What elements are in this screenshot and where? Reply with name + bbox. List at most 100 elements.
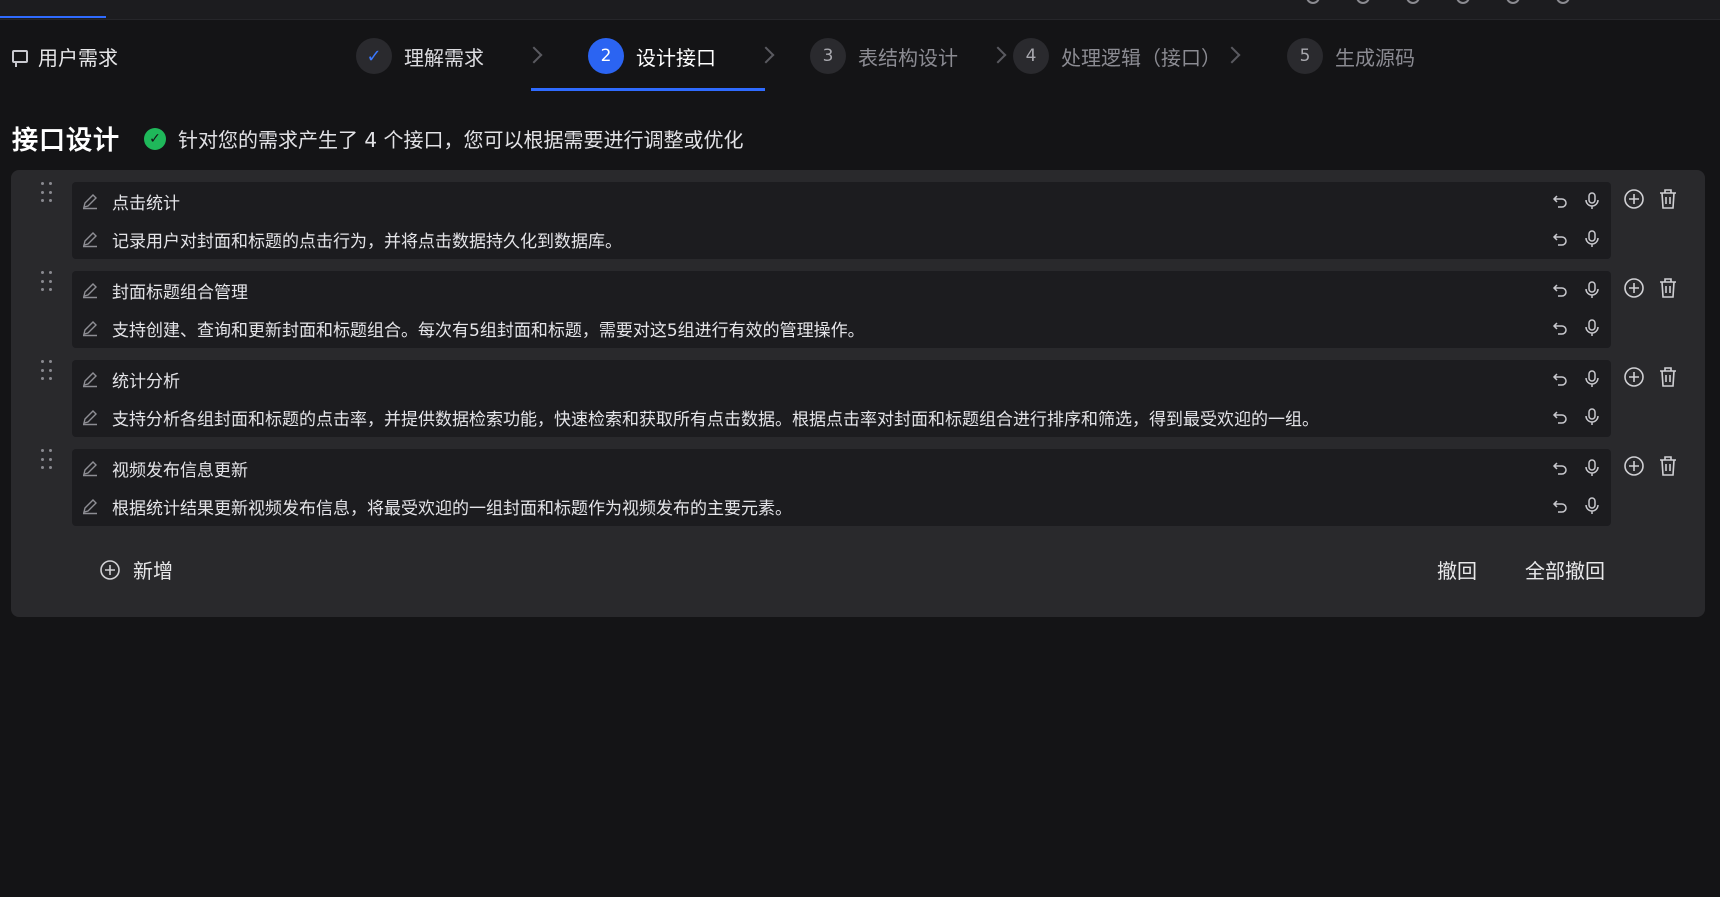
pencil-icon[interactable] — [80, 318, 100, 338]
step-label: 生成源码 — [1335, 45, 1415, 70]
undo-icon[interactable] — [1551, 370, 1569, 388]
step-number: 4 — [1013, 38, 1049, 74]
plus-circle-icon[interactable] — [1623, 366, 1645, 388]
microphone-icon[interactable] — [1583, 281, 1601, 299]
undo-icon[interactable] — [1551, 408, 1569, 426]
api-item: 视频发布信息更新 根据统计结果更新视频发布信息，将最受欢迎的一组封面和标题作为视… — [11, 437, 1705, 526]
microphone-icon[interactable] — [1583, 370, 1601, 388]
user-requirement-tab[interactable]: 用户需求 — [12, 42, 118, 71]
api-item: 点击统计 记录用户对封面和标题的点击行为，并将点击数据持久化到数据库。 — [11, 170, 1705, 259]
pencil-icon[interactable] — [80, 496, 100, 516]
api-description[interactable]: 支持分析各组封面和标题的点击率，并提供数据检索功能，快速检索和获取所有点击数据。… — [112, 405, 1319, 430]
pencil-icon[interactable] — [80, 280, 100, 300]
chevron-right-icon — [989, 46, 1007, 64]
add-api-button[interactable]: 新增 — [99, 555, 173, 584]
microphone-icon[interactable] — [1583, 459, 1601, 477]
api-description-row: 记录用户对封面和标题的点击行为，并将点击数据持久化到数据库。 — [72, 220, 1611, 258]
step-label: 表结构设计 — [858, 45, 958, 70]
api-item: 统计分析 支持分析各组封面和标题的点击率，并提供数据检索功能，快速检索和获取所有… — [11, 348, 1705, 437]
undo-icon[interactable] — [1551, 459, 1569, 477]
microphone-icon[interactable] — [1583, 192, 1601, 210]
tray-icon[interactable] — [1306, 0, 1320, 4]
plus-circle-icon[interactable] — [1623, 455, 1645, 477]
page-title: 接口设计 — [12, 126, 121, 156]
pencil-icon[interactable] — [80, 458, 100, 478]
api-name[interactable]: 视频发布信息更新 — [112, 456, 248, 481]
undo-icon[interactable] — [1551, 319, 1569, 337]
plus-circle-icon — [100, 559, 120, 580]
step-table-design[interactable]: 3 表结构设计 — [810, 36, 958, 76]
step-label: 处理逻辑（接口） — [1061, 45, 1221, 70]
trash-icon[interactable] — [1657, 277, 1679, 299]
api-name-row: 封面标题组合管理 — [72, 271, 1611, 309]
pencil-icon[interactable] — [80, 407, 100, 427]
tray-icon[interactable] — [1506, 0, 1520, 4]
api-description[interactable]: 支持创建、查询和更新封面和标题组合。每次有5组封面和标题，需要对这5组进行有效的… — [112, 316, 865, 341]
tray-icon[interactable] — [1456, 0, 1470, 4]
api-card: 点击统计 记录用户对封面和标题的点击行为，并将点击数据持久化到数据库。 — [72, 182, 1611, 259]
check-circle-icon: ✓ — [144, 127, 167, 150]
step-design-api[interactable]: 2 设计接口 — [588, 36, 716, 76]
section-heading: 接口设计 ✓ 针对您的需求产生了 4 个接口，您可以根据需要进行调整或优化 — [12, 120, 743, 157]
api-description-row: 根据统计结果更新视频发布信息，将最受欢迎的一组封面和标题作为视频发布的主要元素。 — [72, 487, 1611, 525]
drag-handle-icon[interactable] — [41, 271, 53, 293]
topbar-tray — [1306, 0, 1570, 4]
step-understand[interactable]: ✓ 理解需求 — [356, 36, 484, 76]
pencil-icon[interactable] — [80, 369, 100, 389]
undo-icon[interactable] — [1551, 230, 1569, 248]
api-card: 视频发布信息更新 根据统计结果更新视频发布信息，将最受欢迎的一组封面和标题作为视… — [72, 449, 1611, 526]
chevron-right-icon — [1223, 46, 1241, 64]
step-label: 设计接口 — [636, 45, 716, 70]
api-list-panel: 点击统计 记录用户对封面和标题的点击行为，并将点击数据持久化到数据库。 封面标题… — [11, 170, 1705, 617]
result-note: 针对您的需求产生了 4 个接口，您可以根据需要进行调整或优化 — [178, 128, 744, 152]
api-card: 封面标题组合管理 支持创建、查询和更新封面和标题组合。每次有5组封面和标题，需要… — [72, 271, 1611, 348]
window-topbar — [0, 0, 1720, 20]
api-item: 封面标题组合管理 支持创建、查询和更新封面和标题组合。每次有5组封面和标题，需要… — [11, 259, 1705, 348]
drag-handle-icon[interactable] — [41, 182, 53, 204]
user-requirement-label: 用户需求 — [38, 46, 118, 70]
api-name[interactable]: 统计分析 — [112, 367, 180, 392]
microphone-icon[interactable] — [1583, 497, 1601, 515]
message-icon — [12, 50, 28, 67]
api-description[interactable]: 记录用户对封面和标题的点击行为，并将点击数据持久化到数据库。 — [112, 227, 622, 252]
trash-icon[interactable] — [1657, 188, 1679, 210]
drag-handle-icon[interactable] — [41, 449, 53, 471]
api-name[interactable]: 封面标题组合管理 — [112, 278, 248, 303]
api-name-row: 视频发布信息更新 — [72, 449, 1611, 487]
loading-progress-bar — [0, 16, 106, 18]
trash-icon[interactable] — [1657, 366, 1679, 388]
step-number: 2 — [588, 38, 624, 74]
tray-icon[interactable] — [1406, 0, 1420, 4]
undo-icon[interactable] — [1551, 281, 1569, 299]
api-name-row: 统计分析 — [72, 360, 1611, 398]
step-logic[interactable]: 4 处理逻辑（接口） — [1013, 36, 1221, 76]
plus-circle-icon[interactable] — [1623, 188, 1645, 210]
undo-icon[interactable] — [1551, 192, 1569, 210]
microphone-icon[interactable] — [1583, 319, 1601, 337]
add-api-label: 新增 — [133, 559, 173, 583]
tray-icon[interactable] — [1356, 0, 1370, 4]
api-name[interactable]: 点击统计 — [112, 189, 180, 214]
microphone-icon[interactable] — [1583, 408, 1601, 426]
step-label: 理解需求 — [404, 45, 484, 70]
api-description-row: 支持创建、查询和更新封面和标题组合。每次有5组封面和标题，需要对这5组进行有效的… — [72, 309, 1611, 347]
step-number: 3 — [810, 38, 846, 74]
drag-handle-icon[interactable] — [41, 360, 53, 382]
microphone-icon[interactable] — [1583, 230, 1601, 248]
trash-icon[interactable] — [1657, 455, 1679, 477]
step-check-icon: ✓ — [356, 38, 392, 74]
tray-icon[interactable] — [1556, 0, 1570, 4]
pencil-icon[interactable] — [80, 229, 100, 249]
api-card: 统计分析 支持分析各组封面和标题的点击率，并提供数据检索功能，快速检索和获取所有… — [72, 360, 1611, 437]
undo-all-button[interactable]: 全部撤回 — [1525, 555, 1605, 584]
undo-icon[interactable] — [1551, 497, 1569, 515]
active-step-indicator — [531, 88, 765, 91]
plus-circle-icon[interactable] — [1623, 277, 1645, 299]
undo-button[interactable]: 撤回 — [1437, 555, 1477, 584]
chevron-right-icon — [757, 46, 775, 64]
step-generate-code[interactable]: 5 生成源码 — [1287, 36, 1415, 76]
api-description[interactable]: 根据统计结果更新视频发布信息，将最受欢迎的一组封面和标题作为视频发布的主要元素。 — [112, 494, 792, 519]
api-name-row: 点击统计 — [72, 182, 1611, 220]
chevron-right-icon — [525, 46, 543, 64]
pencil-icon[interactable] — [80, 191, 100, 211]
